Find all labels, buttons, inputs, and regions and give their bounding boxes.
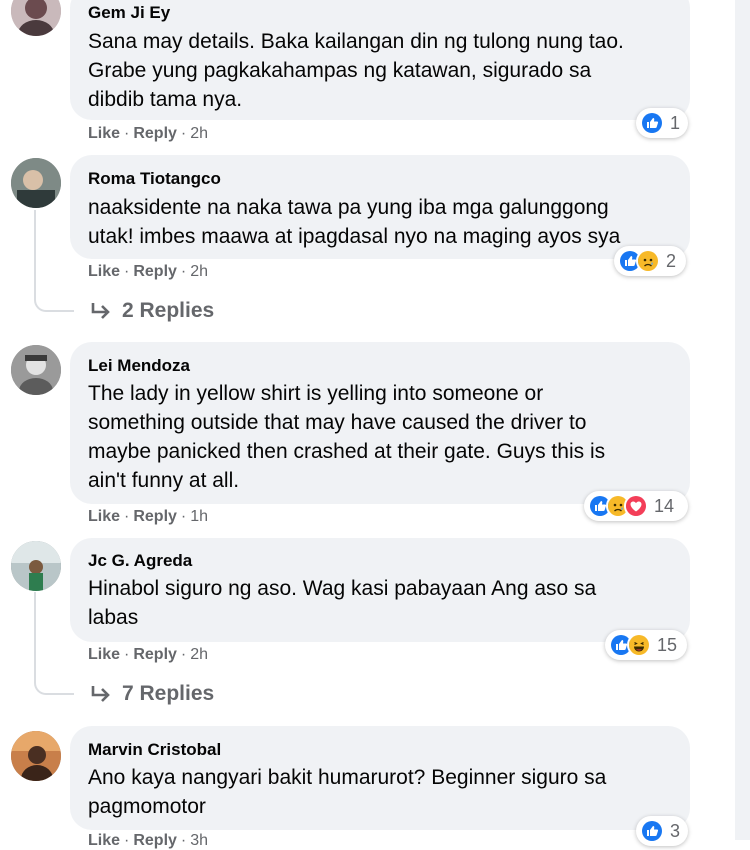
reply-button[interactable]: Reply [133, 646, 177, 663]
comment-bubble: Jc G. Agreda Hinabol siguro ng aso. Wag … [70, 538, 690, 642]
scrollbar-track[interactable] [735, 0, 750, 840]
reaction-count: 14 [654, 495, 675, 516]
comment-author[interactable]: Jc G. Agreda [88, 551, 192, 571]
like-button[interactable]: Like [88, 508, 120, 525]
comment-timestamp[interactable]: 2h [190, 646, 208, 663]
comment-actions: Like · Reply · 1h [88, 508, 209, 525]
reactions-summary[interactable]: 2 [614, 246, 686, 276]
comment-author[interactable]: Marvin Cristobal [88, 740, 221, 760]
comment-bubble: Roma Tiotangco naaksidente na naka tawa … [70, 155, 690, 259]
reply-button[interactable]: Reply [133, 125, 177, 142]
comment-text-line: dibdib tama nya. [88, 88, 243, 111]
comment-text-line: Ano kaya nangyari bakit humarurot? Begin… [88, 766, 607, 789]
replies-count-label[interactable]: 7 Replies [122, 682, 214, 706]
comment-text-line: something outside that may have caused t… [88, 411, 587, 434]
reactions-summary[interactable]: 1 [636, 108, 688, 138]
comment-actions: Like · Reply · 2h [88, 263, 209, 280]
avatar[interactable] [11, 731, 61, 781]
reaction-count: 15 [657, 634, 678, 655]
reply-button[interactable]: Reply [133, 508, 177, 525]
reactions-summary[interactable]: 3 [636, 816, 688, 846]
avatar[interactable] [11, 541, 61, 591]
comment-actions: Like · Reply · 3h [88, 832, 209, 849]
reply-arrow-icon [91, 303, 110, 319]
love-reaction-icon [624, 494, 648, 518]
comment-text-line: naaksidente na naka tawa pa yung iba mga… [88, 196, 609, 219]
replies-count-label[interactable]: 2 Replies [122, 299, 214, 323]
comment-text-line: The lady in yellow shirt is yelling into… [88, 382, 544, 405]
reply-thread-line [34, 210, 74, 312]
sad-reaction-icon [636, 249, 660, 273]
comment-author[interactable]: Roma Tiotangco [88, 169, 221, 189]
comment-text-line: pagmomotor [88, 795, 206, 818]
comment-actions: Like · Reply · 2h [88, 646, 209, 663]
view-replies-link[interactable]: 2 Replies [90, 299, 214, 323]
avatar[interactable] [11, 0, 61, 36]
like-button[interactable]: Like [88, 125, 120, 142]
comment-bubble: Gem Ji Ey Sana may details. Baka kailang… [70, 0, 690, 120]
comment-text-line: Grabe yung pagkakahampas ng katawan, sig… [88, 59, 592, 82]
comment-actions: Like · Reply · 2h [88, 125, 209, 142]
reply-thread-line [34, 592, 74, 695]
comment-timestamp[interactable]: 3h [190, 832, 208, 849]
view-replies-link[interactable]: 7 Replies [90, 682, 214, 706]
comment-text-line: Hinabol siguro ng aso. Wag kasi pabayaan… [88, 577, 597, 600]
reaction-count: 1 [670, 112, 681, 133]
reply-button[interactable]: Reply [133, 832, 177, 849]
comment-text-line: ain't funny at all. [88, 469, 240, 492]
like-button[interactable]: Like [88, 263, 120, 280]
comment-text-line: maybe panicked then crashed at their gat… [88, 440, 606, 463]
comment-text-line: utak! imbes maawa at ipagdasal nyo na ma… [88, 225, 621, 248]
comment-bubble: Marvin Cristobal Ano kaya nangyari bakit… [70, 726, 690, 830]
reply-button[interactable]: Reply [133, 263, 177, 280]
avatar[interactable] [11, 345, 61, 395]
comment-author[interactable]: Gem Ji Ey [88, 3, 170, 23]
reaction-count: 3 [670, 820, 681, 841]
reactions-summary[interactable]: 14 [584, 491, 688, 521]
comment-timestamp[interactable]: 2h [190, 125, 208, 142]
reply-arrow-icon [91, 686, 110, 702]
haha-reaction-icon [627, 633, 651, 657]
comment-text-line: Sana may details. Baka kailangan din ng … [88, 30, 624, 53]
like-reaction-icon [640, 111, 664, 135]
reaction-count: 2 [666, 250, 677, 271]
comment-author[interactable]: Lei Mendoza [88, 356, 190, 376]
comment-bubble: Lei Mendoza The lady in yellow shirt is … [70, 342, 690, 504]
like-reaction-icon [640, 819, 664, 843]
comment-timestamp[interactable]: 1h [190, 508, 208, 525]
avatar[interactable] [11, 158, 61, 208]
like-button[interactable]: Like [88, 832, 120, 849]
comment-timestamp[interactable]: 2h [190, 263, 208, 280]
reactions-summary[interactable]: 15 [605, 630, 687, 660]
comment-text-line: labas [88, 606, 139, 629]
like-button[interactable]: Like [88, 646, 120, 663]
